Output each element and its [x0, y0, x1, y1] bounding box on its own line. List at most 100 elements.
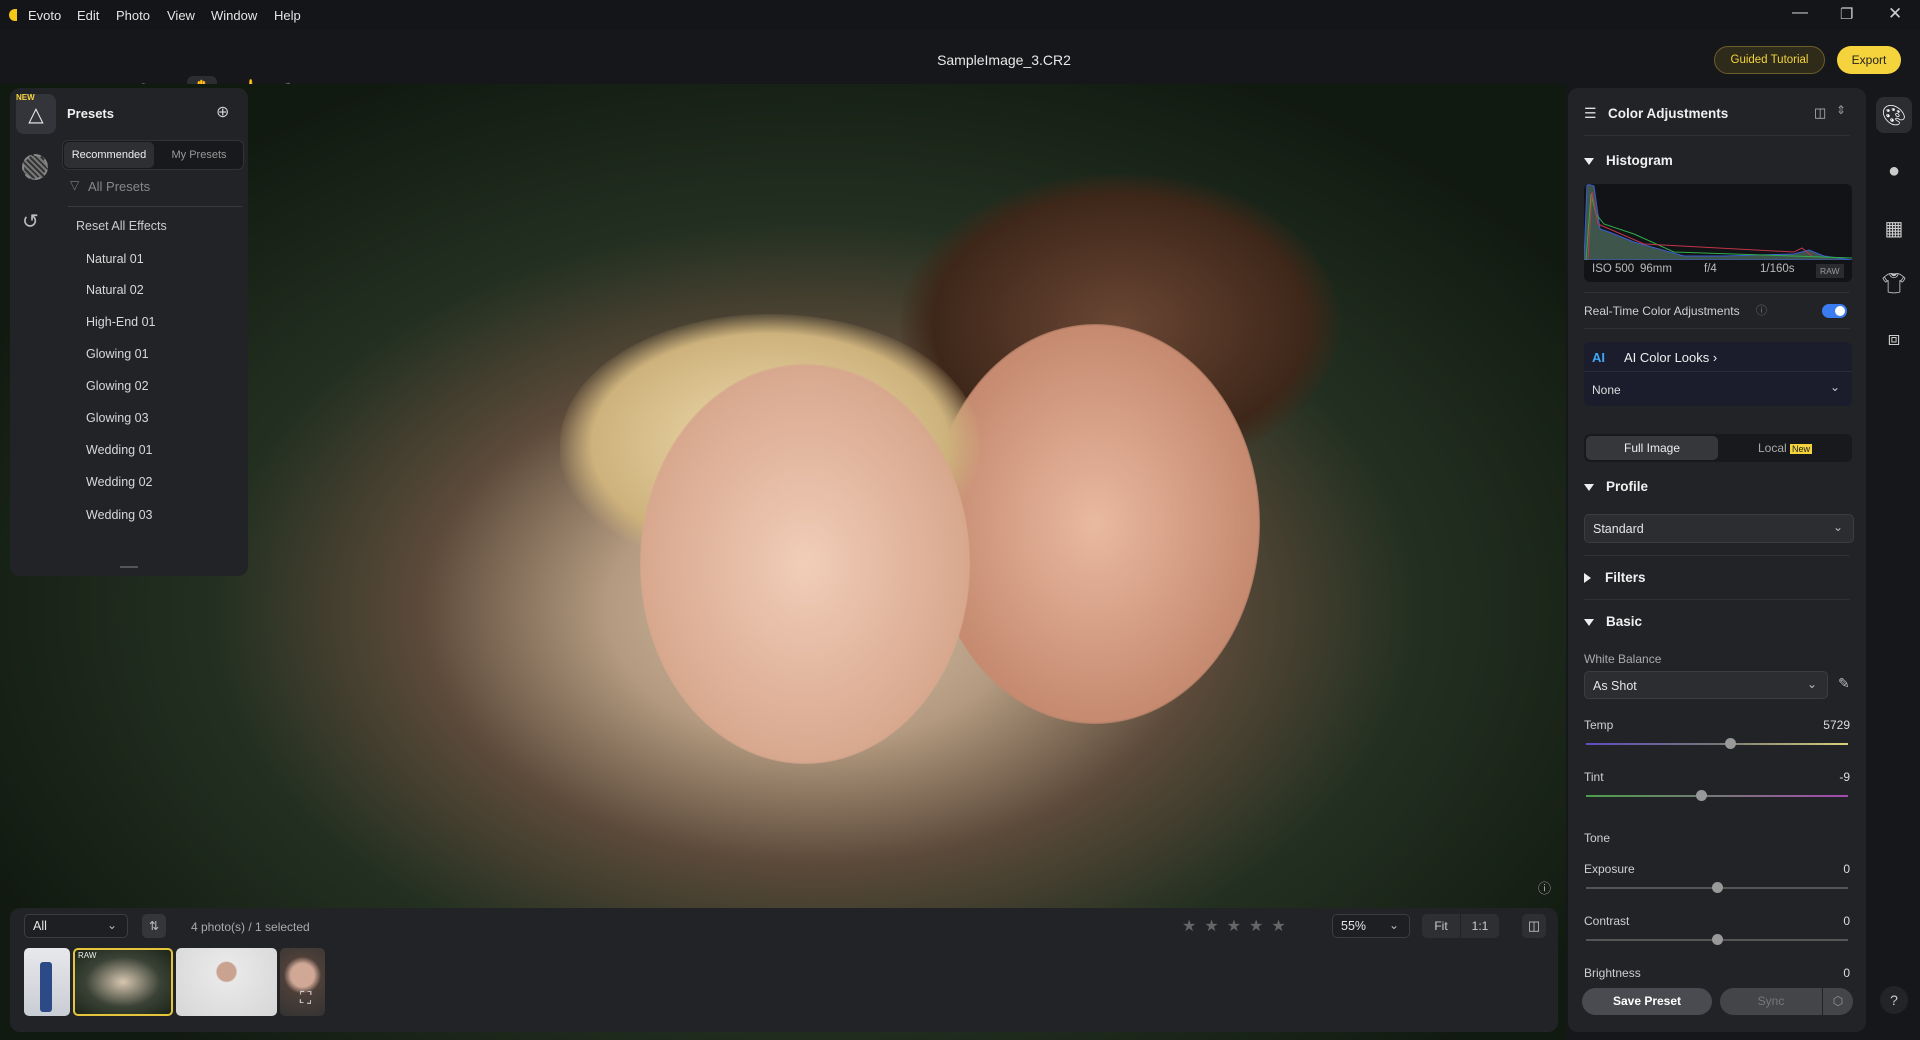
contrast-slider[interactable] — [1586, 934, 1848, 945]
slider-thumb[interactable] — [1712, 882, 1723, 893]
slider-thumb[interactable] — [1712, 934, 1723, 945]
zoom-select[interactable]: 55% ⌄ — [1332, 914, 1410, 938]
slider-thumb[interactable] — [1696, 790, 1708, 801]
star-rating[interactable]: ★★★★★ — [1182, 916, 1294, 936]
thumbnail-photo-1[interactable] — [24, 948, 70, 1016]
tab-my-presets[interactable]: My Presets — [155, 142, 243, 168]
minimize-icon[interactable]: — — [1792, 4, 1808, 22]
menu-edit[interactable]: Edit — [77, 8, 99, 23]
toolbar: ⌂ ＋⌄ ↶⌄ ✋ ☝ ✎ SampleImage_3.CR2 Guided T… — [0, 30, 1920, 104]
thumbnail-photo-4[interactable]: ⛶ — [280, 948, 325, 1016]
tab-full-image[interactable]: Full Image — [1586, 436, 1718, 460]
white-balance-select[interactable]: As Shot ⌄ — [1584, 671, 1828, 699]
export-button[interactable]: Export — [1837, 46, 1901, 74]
filters-header[interactable]: Filters — [1584, 570, 1646, 585]
expand-collapse-icon[interactable]: ⇕ — [1836, 103, 1846, 117]
color-palette-icon[interactable]: 🎨︎ — [1876, 97, 1912, 133]
sort-icon[interactable]: ⇅ — [142, 914, 166, 938]
preset-item[interactable]: Glowing 02 — [86, 379, 149, 393]
history-icon[interactable]: ↺ — [22, 209, 39, 234]
resize-handle[interactable] — [120, 566, 138, 568]
tab-recommended[interactable]: Recommended — [64, 142, 154, 168]
preset-item[interactable]: Wedding 01 — [86, 443, 153, 457]
filter-select[interactable]: All ⌄ — [24, 914, 128, 938]
star-icon[interactable]: ★ — [1204, 918, 1226, 935]
new-badge: New — [1790, 444, 1813, 454]
chevron-down-icon: ⌄ — [1832, 520, 1843, 534]
photo-region — [930, 324, 1260, 724]
star-icon[interactable]: ★ — [1249, 918, 1271, 935]
star-icon[interactable]: ★ — [1227, 918, 1249, 935]
histogram-header[interactable]: Histogram — [1584, 153, 1673, 168]
face-icon[interactable]: ● — [1876, 153, 1912, 189]
compare-icon[interactable]: ◫ — [1522, 914, 1546, 938]
panel-title: Presets — [67, 106, 114, 121]
temp-slider[interactable] — [1586, 738, 1848, 749]
tone-label: Tone — [1584, 831, 1611, 845]
white-balance-label: White Balance — [1584, 652, 1662, 666]
document-title: SampleImage_3.CR2 — [937, 52, 1071, 68]
star-icon[interactable]: ★ — [1182, 918, 1204, 935]
tint-value: -9 — [1839, 770, 1850, 784]
preset-item[interactable]: Wedding 02 — [86, 475, 153, 489]
tint-slider[interactable] — [1586, 790, 1848, 801]
sync-button[interactable]: Sync — [1720, 988, 1822, 1015]
image-loading-icon: ⛶ — [300, 990, 312, 1007]
profile-header[interactable]: Profile — [1584, 479, 1648, 494]
menu-window[interactable]: Window — [211, 8, 257, 23]
layout-icon[interactable]: ◫ — [1814, 105, 1826, 121]
ai-color-looks-link[interactable]: AI Color Looks › — [1624, 350, 1717, 365]
clothing-icon[interactable]: 👕︎ — [1876, 265, 1912, 301]
sync-settings-icon[interactable]: ⬡ — [1823, 988, 1853, 1015]
restore-icon[interactable]: ❐ — [1840, 5, 1853, 23]
realtime-toggle[interactable] — [1822, 304, 1847, 318]
add-preset-icon[interactable]: ⊕ — [216, 102, 229, 122]
filter-icon[interactable]: ▽ — [70, 178, 79, 192]
divider — [1584, 599, 1850, 600]
one-to-one-button[interactable]: 1:1 — [1461, 914, 1499, 938]
preset-item[interactable]: Glowing 01 — [86, 347, 149, 361]
ai-looks-select[interactable]: None — [1592, 383, 1621, 397]
preset-item[interactable]: Natural 01 — [86, 252, 144, 266]
basic-header[interactable]: Basic — [1584, 614, 1642, 629]
fit-button[interactable]: Fit — [1422, 914, 1460, 938]
histogram: ISO 500 96mm f/4 1/160s RAW — [1584, 184, 1852, 282]
help-icon[interactable]: ⓘ — [1756, 302, 1767, 318]
divider — [1584, 135, 1850, 136]
preset-item[interactable]: Glowing 03 — [86, 411, 149, 425]
preset-item[interactable]: High-End 01 — [86, 315, 156, 329]
slider-thumb[interactable] — [1725, 738, 1737, 749]
temp-value: 5729 — [1823, 718, 1850, 732]
info-icon[interactable]: ⓘ — [1538, 878, 1551, 897]
thumbnail-photo-3[interactable] — [176, 948, 277, 1016]
divider — [1584, 555, 1850, 556]
tab-local[interactable]: Local New — [1720, 436, 1850, 460]
save-preset-button[interactable]: Save Preset — [1582, 988, 1712, 1015]
aperture: f/4 — [1704, 263, 1717, 275]
brightness-value: 0 — [1843, 966, 1850, 980]
preset-item[interactable]: Natural 02 — [86, 283, 144, 297]
crop-icon[interactable]: ⧈ — [1876, 321, 1912, 357]
chevron-down-icon[interactable]: ⌄ — [1830, 380, 1840, 394]
background-icon[interactable]: ▦ — [1876, 210, 1912, 246]
color-adjustments-panel: ☰ Color Adjustments ◫ ⇕ Histogram ISO 50… — [1568, 88, 1866, 1032]
profile-select[interactable]: Standard ⌄ — [1584, 514, 1854, 543]
all-presets-filter[interactable]: All Presets — [88, 179, 150, 194]
chevron-down-icon: ⌄ — [106, 918, 117, 932]
thumbnail-photo-2-selected[interactable]: RAW — [73, 948, 173, 1016]
menu-app[interactable]: Evoto — [28, 8, 61, 23]
menu-view[interactable]: View — [167, 8, 195, 23]
menu-help[interactable]: Help — [274, 8, 301, 23]
star-icon[interactable]: ★ — [1271, 918, 1293, 935]
contrast-value: 0 — [1843, 914, 1850, 928]
title-bar: Evoto Edit Photo View Window Help — ❐ ✕ — [0, 0, 1920, 30]
reset-all-effects[interactable]: Reset All Effects — [76, 219, 167, 233]
eyedropper-icon[interactable]: ✎ — [1838, 675, 1850, 692]
help-button[interactable]: ? — [1880, 986, 1908, 1014]
guided-tutorial-button[interactable]: Guided Tutorial — [1714, 46, 1825, 74]
texture-icon[interactable] — [22, 154, 48, 180]
exposure-slider[interactable] — [1586, 882, 1848, 893]
menu-photo[interactable]: Photo — [116, 8, 150, 23]
preset-item[interactable]: Wedding 03 — [86, 508, 153, 522]
close-icon[interactable]: ✕ — [1888, 4, 1902, 24]
